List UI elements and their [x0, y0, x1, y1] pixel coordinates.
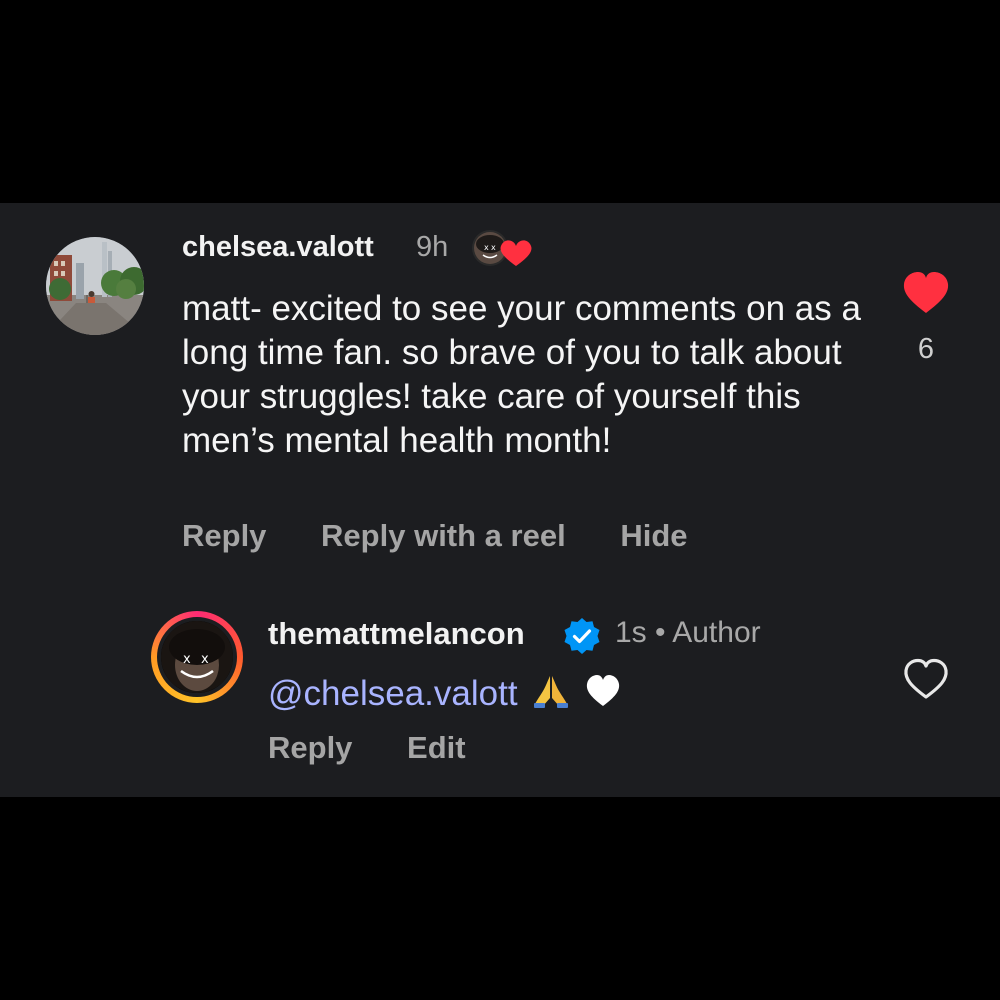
author-avatar-heart-icon: x x — [470, 226, 532, 274]
reply-actions: Reply Edit — [268, 730, 512, 766]
reply-text: @chelsea.valott — [268, 674, 621, 717]
reply-meta: 1s • Author — [615, 616, 761, 650]
mention-link[interactable]: @chelsea.valott — [268, 674, 518, 713]
author-label: Author — [672, 616, 761, 649]
edit-button[interactable]: Edit — [407, 730, 466, 765]
svg-text:x: x — [183, 652, 191, 667]
reply-timestamp: 1s — [615, 616, 647, 649]
comment-timestamp: 9h — [416, 231, 449, 263]
folded-hands-icon — [533, 674, 569, 717]
screenshot-frame: chelsea.valott 9h x x matt- excited to s… — [0, 0, 1000, 1000]
comment-actions: Reply Reply with a reel Hide — [182, 518, 734, 554]
author-username[interactable]: themattmelancon — [268, 616, 525, 652]
svg-text:x: x — [201, 652, 209, 667]
heart-outline-icon[interactable] — [903, 658, 949, 700]
reply-button[interactable]: Reply — [268, 730, 352, 765]
commenter-avatar[interactable] — [46, 237, 144, 335]
white-heart-icon — [585, 674, 621, 717]
author-avatar[interactable]: x x — [157, 617, 237, 697]
svg-text:x: x — [484, 243, 489, 252]
hide-button[interactable]: Hide — [620, 518, 687, 553]
verified-badge-icon — [563, 617, 601, 655]
reply-with-reel-button[interactable]: Reply with a reel — [321, 518, 566, 553]
meta-separator: • — [655, 616, 666, 649]
like-heart-icon[interactable] — [902, 271, 950, 315]
commenter-username[interactable]: chelsea.valott — [182, 231, 374, 264]
like-count: 6 — [917, 333, 935, 365]
svg-text:x: x — [491, 243, 496, 252]
reply-button[interactable]: Reply — [182, 518, 266, 553]
comment-text: matt- excited to see your comments on as… — [182, 289, 861, 460]
